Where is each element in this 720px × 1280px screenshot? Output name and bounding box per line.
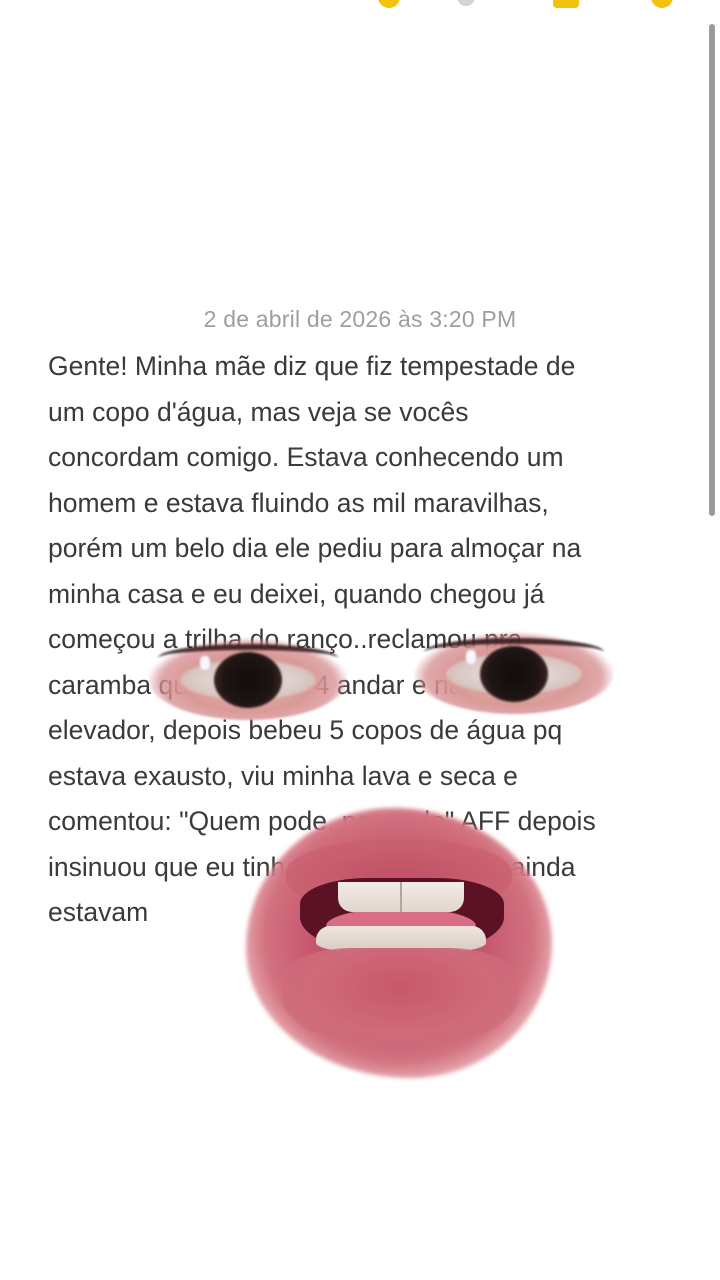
attachment-icon[interactable] (457, 0, 475, 6)
mouth-sticker (246, 808, 552, 1078)
notes-toolbar (0, 0, 720, 10)
right-eye-sticker (414, 632, 614, 714)
left-eye-sticker (148, 638, 348, 720)
more-icon[interactable] (651, 0, 673, 8)
compose-icon[interactable] (553, 0, 579, 8)
checklist-icon[interactable] (378, 0, 400, 8)
scrollbar[interactable] (709, 24, 715, 516)
note-timestamp: 2 de abril de 2026 às 3:20 PM (203, 306, 517, 332)
